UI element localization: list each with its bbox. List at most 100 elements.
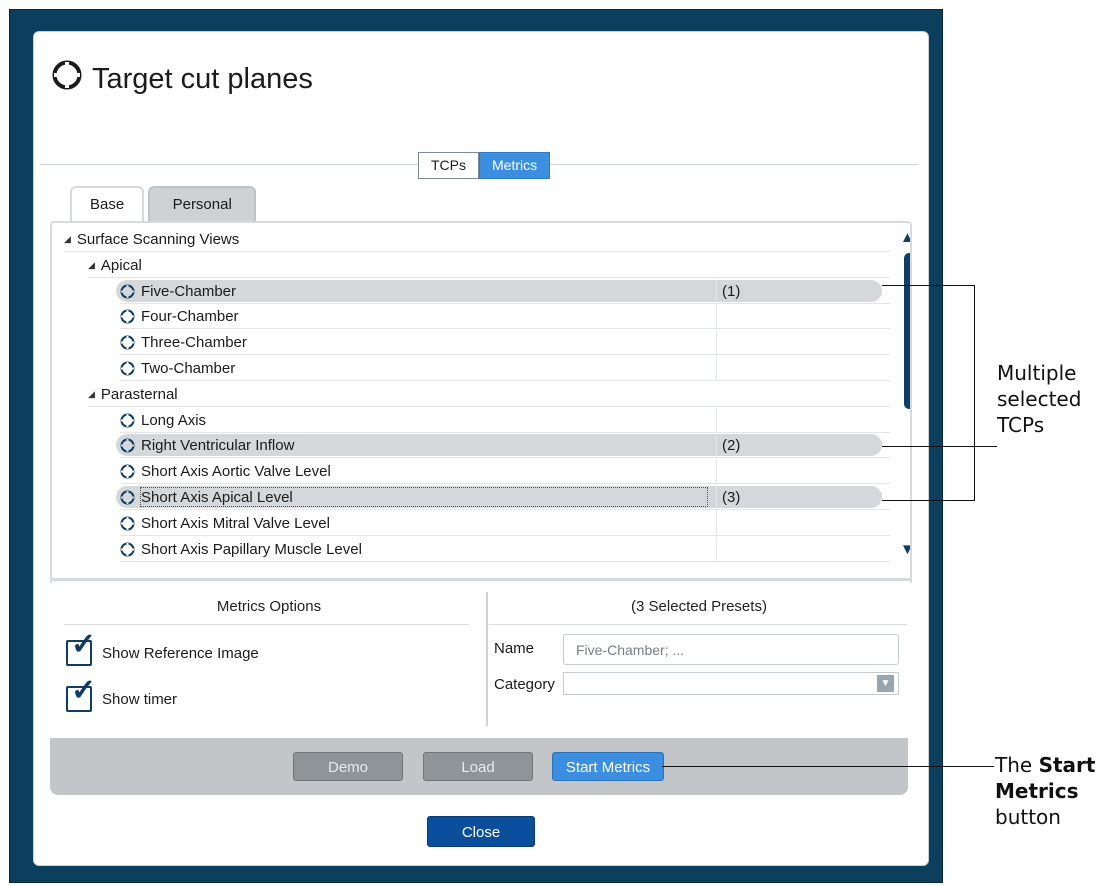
expand-triangle-icon[interactable]: ◢: [88, 253, 95, 278]
multiple-selected-annotation: Multiple selected TCPs: [997, 360, 1081, 438]
checkmark-icon: ✓: [71, 674, 97, 707]
tree-row-content: Long Axis: [120, 408, 206, 433]
tree-row-label: Short Axis Papillary Muscle Level: [141, 540, 362, 558]
column-separator: [716, 459, 717, 485]
tree-row-content: Three-Chamber: [120, 330, 247, 355]
selected-presets-heading: (3 Selected Presets): [631, 598, 767, 615]
tree-divider: [50, 578, 912, 581]
show-reference-image-checkbox[interactable]: ✓: [66, 630, 96, 666]
presets-divider: [489, 624, 907, 625]
selection-order: (1): [722, 282, 741, 300]
tcp-target-icon: [120, 490, 135, 505]
tree-row-content: Two-Chamber: [120, 356, 235, 381]
tree-row[interactable]: ◢ Apical: [52, 253, 890, 278]
tree-row-content: ◢ Surface Scanning Views: [64, 227, 239, 252]
tcp-target-icon: [120, 335, 135, 350]
tcp-target-icon: [120, 464, 135, 479]
tree-row-label: Long Axis: [141, 411, 207, 429]
callout-line-1: [882, 285, 975, 286]
tree-row[interactable]: Short Axis Papillary Muscle Level: [52, 536, 890, 562]
start-metrics-button[interactable]: Start Metrics: [552, 752, 664, 781]
panel-divider: [486, 592, 488, 726]
expand-triangle-icon[interactable]: ◢: [64, 227, 71, 252]
annotation-line: The Start: [995, 752, 1095, 778]
column-separator: [716, 485, 717, 510]
tree-row-label: Parasternal: [100, 385, 178, 403]
tcp-target-icon: [120, 413, 135, 428]
tree-row-label: Two-Chamber: [141, 360, 236, 377]
show-timer-option[interactable]: ✓ Show timer: [66, 676, 178, 712]
column-separator: [716, 330, 717, 356]
tab-personal[interactable]: Personal: [148, 186, 257, 222]
metrics-toggle[interactable]: Metrics: [479, 152, 551, 179]
tree-row-content: Short Axis Aortic Valve Level: [120, 459, 331, 484]
tree-row[interactable]: Right Ventricular Inflow (2): [52, 433, 890, 459]
target-cut-planes-dialog: Target cut planes TCPs Metrics Base Pers…: [33, 31, 929, 866]
tree-row-label: Five-Chamber: [141, 282, 237, 300]
annotation-bold: Start: [1038, 753, 1096, 777]
load-button[interactable]: Load: [423, 752, 533, 781]
category-label: Category: [494, 676, 555, 693]
name-label: Name: [494, 640, 535, 657]
annotation-text: The: [995, 753, 1039, 777]
scrollbar-thumb[interactable]: [904, 253, 910, 409]
checkmark-icon: ✓: [71, 628, 97, 661]
tree-row[interactable]: Short Axis Mitral Valve Level: [52, 510, 890, 536]
demo-button[interactable]: Demo: [293, 752, 403, 781]
tree-row-label: Apical: [100, 256, 142, 274]
expand-triangle-icon[interactable]: ◢: [88, 382, 95, 407]
column-separator: [716, 433, 717, 459]
show-reference-image-option[interactable]: ✓ Show Reference Image: [66, 630, 259, 666]
metrics-options-panel: Metrics Options ✓ Show Reference Image ✓…: [54, 582, 484, 742]
tree-row-content: Right Ventricular Inflow: [120, 433, 294, 458]
tree-row[interactable]: Five-Chamber (1): [52, 278, 890, 304]
tree-row[interactable]: Three-Chamber: [52, 330, 890, 356]
tree-row[interactable]: Short Axis Apical Level (3): [52, 485, 890, 510]
show-timer-label: Show timer: [102, 690, 178, 708]
tcp-target-icon: [120, 516, 135, 531]
callout-line-2: [882, 446, 997, 447]
category-select[interactable]: ▼: [563, 672, 899, 695]
annotation-line: Metrics: [995, 778, 1095, 804]
tree-row-content: Four-Chamber: [120, 304, 239, 329]
close-button[interactable]: Close: [427, 816, 535, 847]
metrics-options-heading: Metrics Options: [216, 598, 322, 615]
annotation-bold: Metrics: [995, 779, 1079, 803]
tree-row[interactable]: Long Axis: [52, 407, 890, 433]
tree-row-content: Short Axis Mitral Valve Level: [120, 511, 330, 536]
preset-name-field[interactable]: Five-Chamber; ...: [563, 634, 899, 665]
tree-row-content: ◢ Apical: [88, 253, 142, 278]
tree-row[interactable]: ◢ Parasternal: [52, 382, 890, 407]
tree-row[interactable]: ◢ Surface Scanning Views: [52, 227, 890, 252]
preset-tabs: Base Personal: [70, 186, 257, 224]
tab-base[interactable]: Base: [70, 186, 145, 224]
dialog-title-text: Target cut planes: [92, 62, 313, 95]
selected-presets-panel: (3 Selected Presets) Name Five-Chamber; …: [489, 582, 909, 742]
scroll-down-arrow-icon[interactable]: ▼: [900, 541, 910, 558]
show-timer-checkbox[interactable]: ✓: [66, 676, 96, 712]
tcp-target-icon: [120, 361, 135, 376]
chevron-down-icon[interactable]: ▼: [877, 675, 894, 692]
tree-row-content: Short Axis Apical Level: [120, 485, 293, 510]
mode-toggle: TCPs Metrics: [418, 152, 551, 179]
annotation-line: button: [995, 805, 1061, 829]
column-separator: [716, 407, 717, 433]
tcps-toggle[interactable]: TCPs: [418, 152, 479, 179]
tree-row[interactable]: Four-Chamber: [52, 304, 890, 330]
tree-row-content: Five-Chamber: [120, 279, 236, 304]
tree-row[interactable]: Two-Chamber: [52, 356, 890, 381]
annotation-line: selected: [997, 387, 1082, 411]
callout-line-start: [662, 766, 994, 767]
tree-row[interactable]: Short Axis Aortic Valve Level: [52, 459, 890, 485]
metrics-options-divider: [64, 624, 469, 625]
tree-row-label: Short Axis Apical Level: [141, 489, 293, 506]
column-separator: [716, 536, 717, 562]
column-separator: [716, 278, 717, 304]
tree-row-content: ◢ Parasternal: [88, 382, 178, 407]
tree-row-label: Surface Scanning Views: [76, 231, 240, 248]
scroll-up-arrow-icon[interactable]: ▲: [900, 229, 910, 246]
tree-row-label: Four-Chamber: [141, 308, 239, 326]
tcp-target-icon: [52, 60, 82, 98]
tcp-tree: ◢ Surface Scanning Views ◢ Apical Five-Chamb…: [50, 221, 912, 583]
column-separator: [716, 510, 717, 536]
